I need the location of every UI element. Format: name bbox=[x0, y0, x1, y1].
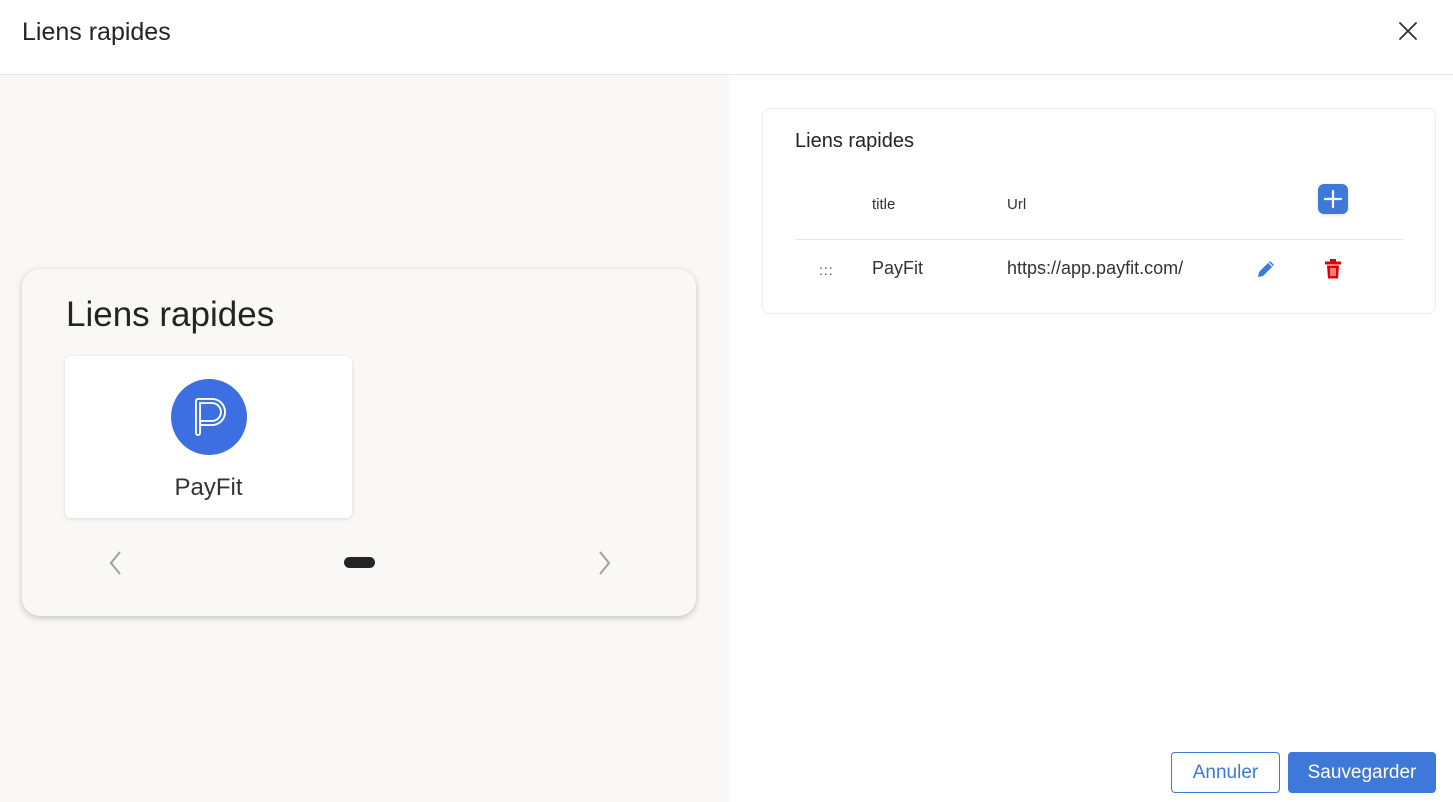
cancel-button[interactable]: Annuler bbox=[1171, 752, 1280, 793]
add-link-button[interactable] bbox=[1318, 184, 1348, 214]
edit-link-button[interactable] bbox=[1255, 258, 1277, 280]
settings-title: Liens rapides bbox=[795, 130, 914, 152]
column-header-title: title bbox=[872, 196, 896, 213]
settings-card: Liens rapides title Url ::: PayFit https… bbox=[762, 108, 1436, 314]
carousel-page-indicator[interactable] bbox=[344, 557, 375, 568]
tile-label: PayFit bbox=[174, 474, 243, 501]
column-header-url: Url bbox=[1007, 196, 1027, 213]
plus-icon bbox=[1323, 189, 1343, 209]
save-button[interactable]: Sauvegarder bbox=[1288, 752, 1436, 793]
dialog-title: Liens rapides bbox=[22, 18, 171, 46]
pencil-icon bbox=[1258, 261, 1274, 277]
drag-handle-icon[interactable]: ::: bbox=[819, 262, 834, 278]
table-row: ::: PayFit https://app.payfit.com/ bbox=[795, 240, 1403, 300]
preview-card: Liens rapides PayFit bbox=[22, 269, 696, 616]
payfit-logo-icon bbox=[171, 379, 247, 455]
row-url: https://app.payfit.com/ bbox=[1007, 258, 1184, 278]
quick-link-tile[interactable]: PayFit bbox=[65, 356, 352, 518]
preview-title: Liens rapides bbox=[66, 295, 275, 334]
chevron-right-icon bbox=[599, 551, 611, 575]
dialog-header: Liens rapides bbox=[0, 0, 1453, 75]
delete-link-button[interactable] bbox=[1323, 258, 1343, 280]
preview-pane: Liens rapides PayFit bbox=[0, 75, 729, 802]
trash-icon bbox=[1325, 259, 1341, 279]
chevron-left-icon bbox=[109, 551, 121, 575]
close-button[interactable] bbox=[1394, 17, 1422, 45]
carousel-prev-button[interactable] bbox=[106, 549, 126, 577]
carousel-next-button[interactable] bbox=[594, 549, 614, 577]
close-icon bbox=[1399, 22, 1417, 40]
row-title: PayFit bbox=[872, 258, 924, 278]
